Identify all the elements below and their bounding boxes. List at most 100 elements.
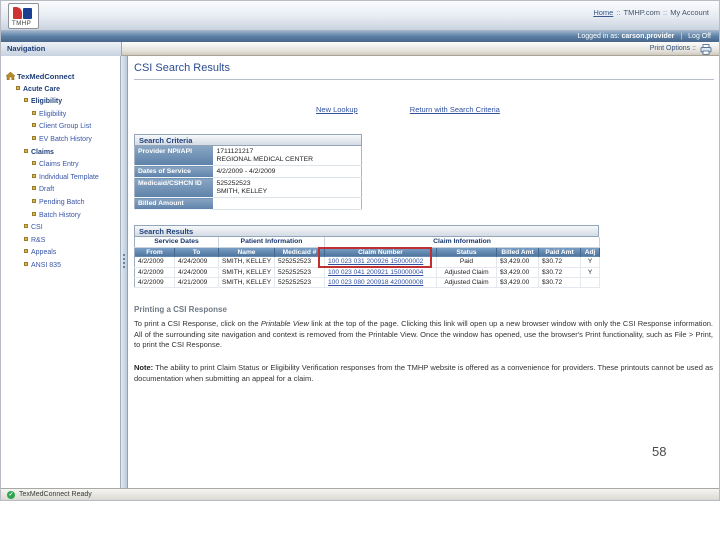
sidebar-item-appeals[interactable]: Appeals <box>1 247 120 260</box>
sidebar-item-rs[interactable]: R&S <box>1 235 120 248</box>
criteria-value-line2: SMITH, KELLEY <box>216 188 268 195</box>
group-patient-information: Patient Information <box>218 237 325 248</box>
cell-name: SMITH, KELLEY <box>218 257 275 268</box>
criteria-value-line1: 525252523 <box>216 180 251 187</box>
sidebar-item-label: R&S <box>31 236 46 244</box>
tab-strip: Navigation Print Options :: <box>1 42 719 56</box>
bullet-icon <box>32 211 36 216</box>
bullet-icon <box>24 148 28 153</box>
sidebar-item-label: Appeals <box>31 249 57 257</box>
col-status: Status <box>436 247 497 257</box>
bullet-icon <box>32 186 36 191</box>
tmhp-com-link[interactable]: TMHP.com <box>624 8 661 17</box>
sidebar-item-label: TexMedConnect <box>17 72 75 81</box>
note-text: The ability to print Claim Status or Eli… <box>134 363 713 383</box>
sidebar-item-label: Individual Template <box>39 173 99 181</box>
col-adj: Adj <box>580 247 601 257</box>
status-bar: ✓ TexMedConnect Ready <box>1 488 719 500</box>
col-paid-amt: Paid Amt <box>538 247 581 257</box>
sidebar-item-eligibility[interactable]: Eligibility <box>1 109 120 122</box>
log-off-link[interactable]: Log Off <box>688 33 711 40</box>
criteria-label: Dates of Service <box>134 165 213 178</box>
printer-icon[interactable] <box>700 43 712 55</box>
bullet-icon <box>32 173 36 178</box>
tmhp-logo[interactable]: TMHP <box>8 3 39 29</box>
sidebar-item-draft[interactable]: Draft <box>1 184 120 197</box>
logged-in-bar: Logged in as: carson.provider | Log Off <box>1 31 719 42</box>
sidebar-item-pending-batch[interactable]: Pending Batch <box>1 197 120 210</box>
logo-blue-shape <box>23 8 32 19</box>
cell-paid: $30.72 <box>538 267 581 278</box>
status-ok-icon: ✓ <box>7 490 15 499</box>
sidebar-item-csi[interactable]: CSI <box>1 222 120 235</box>
logo-label: TMHP <box>12 21 32 27</box>
my-account-link[interactable]: My Account <box>670 8 709 17</box>
cell-billed: $3,429.00 <box>496 267 539 278</box>
sidebar-item-claims-entry[interactable]: Claims Entry <box>1 159 120 172</box>
sidebar-item-label: Acute Care <box>23 85 60 93</box>
sidebar-item-acute-care[interactable]: Acute Care <box>1 84 120 97</box>
home-link[interactable]: Home <box>593 8 613 17</box>
criteria-row: Dates of Service 4/2/2009 - 4/2/2009 <box>134 165 362 178</box>
results-group-header-row: Service Dates Patient Information Claim … <box>134 237 601 248</box>
user-bar-divider: | <box>680 33 683 40</box>
printing-section-heading: Printing a CSI Response <box>134 305 227 314</box>
cell-billed: $3,429.00 <box>496 277 539 288</box>
results-column-header-row: From To Name Medicaid # Claim Number Sta… <box>134 247 601 257</box>
sidebar-item-label: Batch History <box>39 211 81 219</box>
claim-number-link[interactable]: 100 023 041 200921 150000004 <box>328 269 423 276</box>
bullet-icon <box>24 249 28 254</box>
sidebar-item-claims[interactable]: Claims <box>1 147 120 160</box>
cell-from: 4/2/2009 <box>134 277 175 288</box>
sidebar-item-individual-template[interactable]: Individual Template <box>1 172 120 185</box>
sidebar-item-eligibility-group[interactable]: Eligibility <box>1 96 120 109</box>
sidebar-item-ev-batch-history[interactable]: EV Batch History <box>1 134 120 147</box>
top-nav-links: Home:: TMHP.com:: My Account <box>593 8 709 17</box>
table-row: 4/2/2009 4/24/2009 SMITH, KELLEY 5252525… <box>134 257 601 268</box>
claim-number-link[interactable]: 100 023 080 200918 420000008 <box>328 279 423 286</box>
cell-to: 4/21/2009 <box>174 277 219 288</box>
sidebar-item-batch-history[interactable]: Batch History <box>1 210 120 223</box>
criteria-value: 4/2/2009 - 4/2/2009 <box>212 165 362 178</box>
cell-from: 4/2/2009 <box>134 257 175 268</box>
col-claim-number: Claim Number <box>324 247 437 257</box>
new-lookup-link[interactable]: New Lookup <box>316 105 358 114</box>
bullet-icon <box>24 261 28 266</box>
navigation-tab[interactable]: Navigation <box>1 42 122 56</box>
page-title: CSI Search Results <box>134 62 714 80</box>
sidebar-item-label: ANSI 835 <box>31 261 61 269</box>
pane-splitter[interactable] <box>120 56 128 490</box>
criteria-row: Billed Amount <box>134 197 362 210</box>
bullet-icon <box>24 98 28 103</box>
cell-medicaid: 525252523 <box>274 267 325 278</box>
sidebar-item-label: EV Batch History <box>39 135 92 143</box>
sidebar-item-texmedconnect[interactable]: TexMedConnect <box>1 71 120 84</box>
bullet-icon <box>32 161 36 166</box>
return-with-search-criteria-link[interactable]: Return with Search Criteria <box>410 105 500 114</box>
cell-name: SMITH, KELLEY <box>218 277 275 288</box>
bullet-icon <box>16 85 20 90</box>
cell-status: Adjusted Claim <box>436 277 497 288</box>
sidebar-item-label: Client Group List <box>39 123 92 131</box>
printable-view-reference: Printable View <box>260 319 309 328</box>
col-name: Name <box>218 247 275 257</box>
note-label: Note: <box>134 363 154 372</box>
cell-paid: $30.72 <box>538 277 581 288</box>
claim-number-link[interactable]: 100 023 031 200926 150000002 <box>328 258 423 265</box>
printing-paragraph: To print a CSI Response, click on the Pr… <box>134 319 713 351</box>
cell-to: 4/24/2009 <box>174 257 219 268</box>
logged-in-prefix: Logged in as: <box>577 33 620 40</box>
cell-adj: Y <box>580 257 601 268</box>
col-to: To <box>174 247 219 257</box>
cell-paid: $30.72 <box>538 257 581 268</box>
search-results-panel: Search Results Service Dates Patient Inf… <box>134 225 601 288</box>
sidebar-item-ansi-835[interactable]: ANSI 835 <box>1 260 120 273</box>
sidebar-item-client-group-list[interactable]: Client Group List <box>1 121 120 134</box>
cell-medicaid: 525252523 <box>274 277 325 288</box>
criteria-value-line1: 1711121217 <box>216 148 254 155</box>
nav-separator: :: <box>663 8 668 17</box>
print-options[interactable]: Print Options :: <box>650 42 712 56</box>
search-results-table: Service Dates Patient Information Claim … <box>134 237 601 288</box>
search-results-title: Search Results <box>134 225 599 237</box>
bullet-icon <box>32 110 36 115</box>
